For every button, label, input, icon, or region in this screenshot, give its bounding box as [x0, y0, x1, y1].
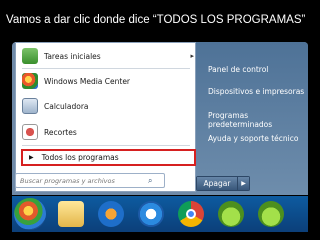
internet-explorer-icon[interactable]	[138, 201, 164, 227]
instruction-caption: Vamos a dar clic donde dice “TODOS LOS P…	[6, 14, 306, 26]
media-player-icon[interactable]	[98, 201, 124, 227]
right-item-dispositivos-impresoras[interactable]: Dispositivos e impresoras	[208, 87, 304, 96]
menu-item-label: Calculadora	[44, 101, 89, 111]
app-icon[interactable]	[218, 201, 244, 227]
windows-start-icon[interactable]	[14, 198, 46, 230]
right-item-panel-de-control[interactable]: Panel de control	[208, 65, 268, 74]
search-icon: ⌕	[148, 175, 153, 185]
expand-arrow-icon: ▶	[29, 154, 34, 161]
shutdown-options-icon[interactable]: ▶	[238, 176, 250, 191]
app-icon[interactable]	[258, 201, 284, 227]
search-box[interactable]: ⌕	[15, 173, 165, 188]
taskbar	[12, 196, 308, 232]
folder-icon[interactable]	[58, 201, 84, 227]
start-menu-system-pane: Panel de control Dispositivos e impresor…	[196, 42, 308, 195]
menu-item-label: Windows Media Center	[44, 76, 131, 86]
snipping-tool-icon	[22, 124, 38, 140]
menu-item-label: Recortes	[44, 127, 77, 137]
menu-item-tareas-iniciales[interactable]: Tareas iniciales ▸	[22, 45, 194, 67]
all-programs-label: Todos los programas	[41, 153, 119, 162]
submenu-arrow-icon: ▸	[190, 52, 194, 60]
shutdown-control: Apagar ▶	[196, 176, 250, 191]
menu-item-windows-media-center[interactable]: Windows Media Center	[22, 70, 194, 92]
calculator-icon	[22, 98, 38, 114]
right-item-ayuda-soporte[interactable]: Ayuda y soporte técnico	[208, 134, 298, 143]
separator	[22, 68, 190, 69]
right-item-programas-predeterminados[interactable]: Programas predeterminados	[208, 111, 308, 129]
start-menu-programs-pane: Tareas iniciales ▸ Windows Media Center …	[15, 42, 196, 192]
all-programs-button[interactable]: ▶ Todos los programas	[21, 149, 196, 166]
menu-item-calculadora[interactable]: Calculadora	[22, 95, 194, 117]
separator	[22, 145, 190, 146]
media-center-icon	[22, 73, 38, 89]
shutdown-button[interactable]: Apagar	[196, 176, 238, 191]
tasks-icon	[22, 48, 38, 64]
menu-item-recortes[interactable]: Recortes	[22, 121, 194, 143]
search-input[interactable]	[20, 176, 148, 185]
chrome-icon[interactable]	[178, 201, 204, 227]
menu-item-label: Tareas iniciales	[44, 51, 101, 61]
